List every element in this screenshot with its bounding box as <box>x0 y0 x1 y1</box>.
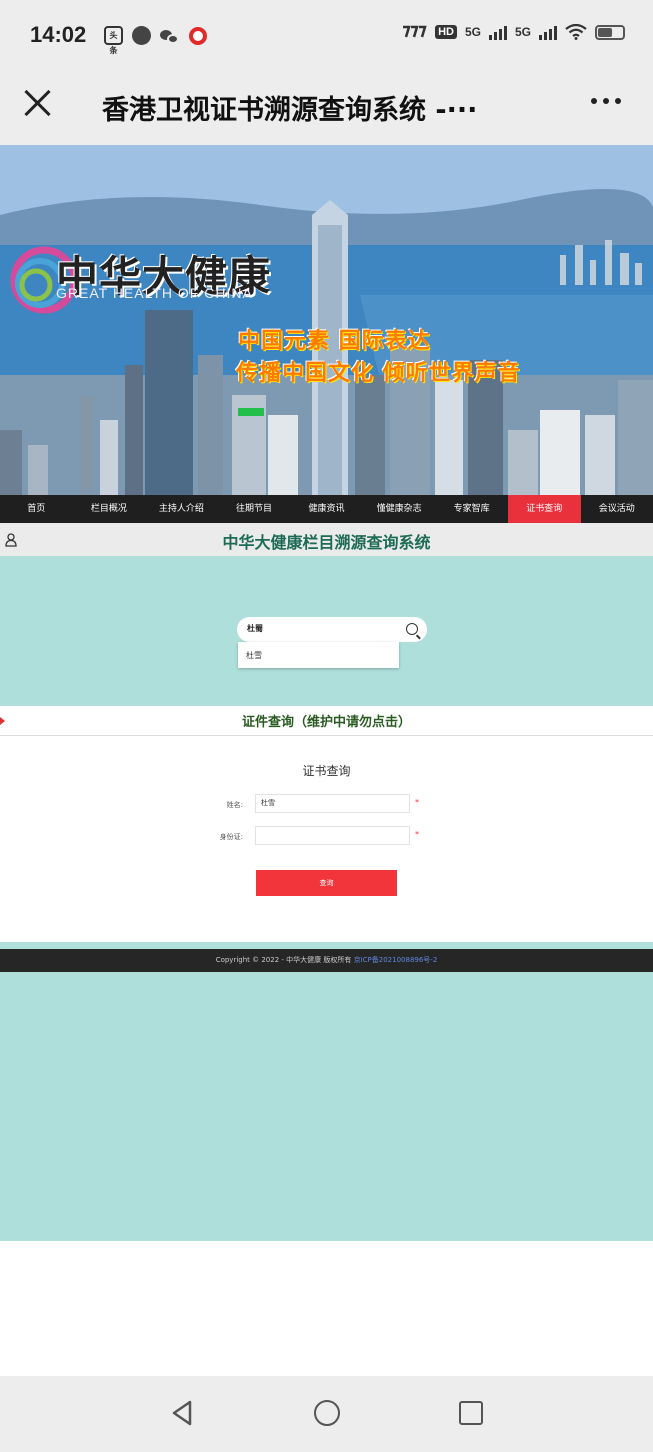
network-speed-icon <box>403 25 427 38</box>
system-title: 中华大健康栏目溯源查询系统 <box>222 533 431 552</box>
status-bar: 14:02 头条 HD 5G 5G <box>0 0 653 70</box>
footer: Copyright © 2022 - 中华大健康 版权所有 京ICP备20210… <box>0 949 653 972</box>
search-suggestion-item[interactable]: 杜雪 <box>246 650 262 661</box>
nav-item-hosts[interactable]: 主持人介绍 <box>145 495 218 523</box>
page-bottom-region <box>0 972 653 1241</box>
search-icon[interactable] <box>406 623 418 635</box>
name-label: 姓名: <box>226 801 243 809</box>
recent-apps-icon[interactable] <box>459 1401 483 1425</box>
search-input[interactable]: 杜蜀 <box>237 617 427 642</box>
signal-1-label: 5G <box>464 25 481 39</box>
system-header: 中华大健康栏目溯源查询系统 <box>0 523 653 556</box>
signal-2-bars-icon <box>539 24 557 40</box>
brand-subtitle: GREAT HEALTH OF CHINA <box>56 285 253 301</box>
red-record-icon <box>189 26 207 45</box>
nav-item-health-news[interactable]: 健康资讯 <box>290 495 363 523</box>
browser-title-bar: 香港卫视证书溯源查询系统 -··· <box>0 70 653 145</box>
status-time: 14:02 <box>30 22 87 47</box>
signal-1-bars-icon <box>488 24 507 40</box>
footer-icp-link[interactable]: 京ICP备2021008896号-2 <box>354 956 438 964</box>
id-card-required-mark: * <box>415 830 419 839</box>
footer-copyright: Copyright © 2022 - 中华大健康 版权所有 <box>215 956 352 964</box>
query-submit-button[interactable]: 查询 <box>256 870 397 896</box>
search-suggestion-dropdown: 杜雪 <box>238 642 399 668</box>
certificate-section-title: 证件查询（维护中请勿点击） <box>241 715 411 730</box>
nav-item-certificate-query[interactable]: 证书查询 <box>507 495 581 523</box>
more-options-icon[interactable] <box>591 98 621 104</box>
certificate-section-header: 证件查询（维护中请勿点击） <box>0 706 653 736</box>
name-field[interactable]: 杜雪 <box>255 794 410 813</box>
search-input-value: 杜蜀 <box>247 624 263 633</box>
page-title: 香港卫视证书溯源查询系统 -··· <box>102 95 478 126</box>
compass-icon <box>132 26 151 45</box>
back-icon[interactable] <box>170 1400 194 1426</box>
hd-badge: HD <box>435 25 457 39</box>
signal-2-label: 5G <box>514 25 531 39</box>
hero-banner: 中华大健康 GREAT HEALTH OF CHINA 中国元素 国际表达 传播… <box>0 145 653 495</box>
system-navigation-bar <box>0 1376 653 1452</box>
id-card-label: 身份证: <box>219 833 243 841</box>
certificate-query-form: 证书查询 姓名: 杜雪 * 身份证: * 查询 <box>0 736 653 942</box>
teal-gap <box>0 942 653 949</box>
nav-item-overview[interactable]: 栏目概况 <box>73 495 146 523</box>
form-title: 证书查询 <box>302 764 351 778</box>
nav-item-home[interactable]: 首页 <box>0 495 73 523</box>
slogan-line-1: 中国元素 国际表达 <box>238 329 431 354</box>
nav-item-past-programs[interactable]: 往期节目 <box>218 495 291 523</box>
home-icon[interactable] <box>314 1400 340 1426</box>
wechat-icon <box>160 28 180 44</box>
battery-icon <box>595 24 625 40</box>
wifi-icon <box>565 24 587 40</box>
close-icon[interactable] <box>20 86 54 120</box>
nav-item-events[interactable]: 会议活动 <box>581 495 653 523</box>
name-required-mark: * <box>415 798 419 807</box>
status-left-icons: 头条 <box>104 26 207 55</box>
id-card-field[interactable] <box>255 826 410 845</box>
nav-item-magazine[interactable]: 懂健康杂志 <box>363 495 436 523</box>
toutiao-icon: 头条 <box>104 26 123 55</box>
nav-item-experts[interactable]: 专家智库 <box>435 495 508 523</box>
main-nav: 首页 栏目概况 主持人介绍 往期节目 健康资讯 懂健康杂志 专家智库 证书查询 … <box>0 495 653 523</box>
slogan-line-2: 传播中国文化 倾听世界声音 <box>236 361 521 386</box>
status-right-icons: HD 5G 5G <box>401 24 625 40</box>
skyline-illustration <box>0 145 653 495</box>
